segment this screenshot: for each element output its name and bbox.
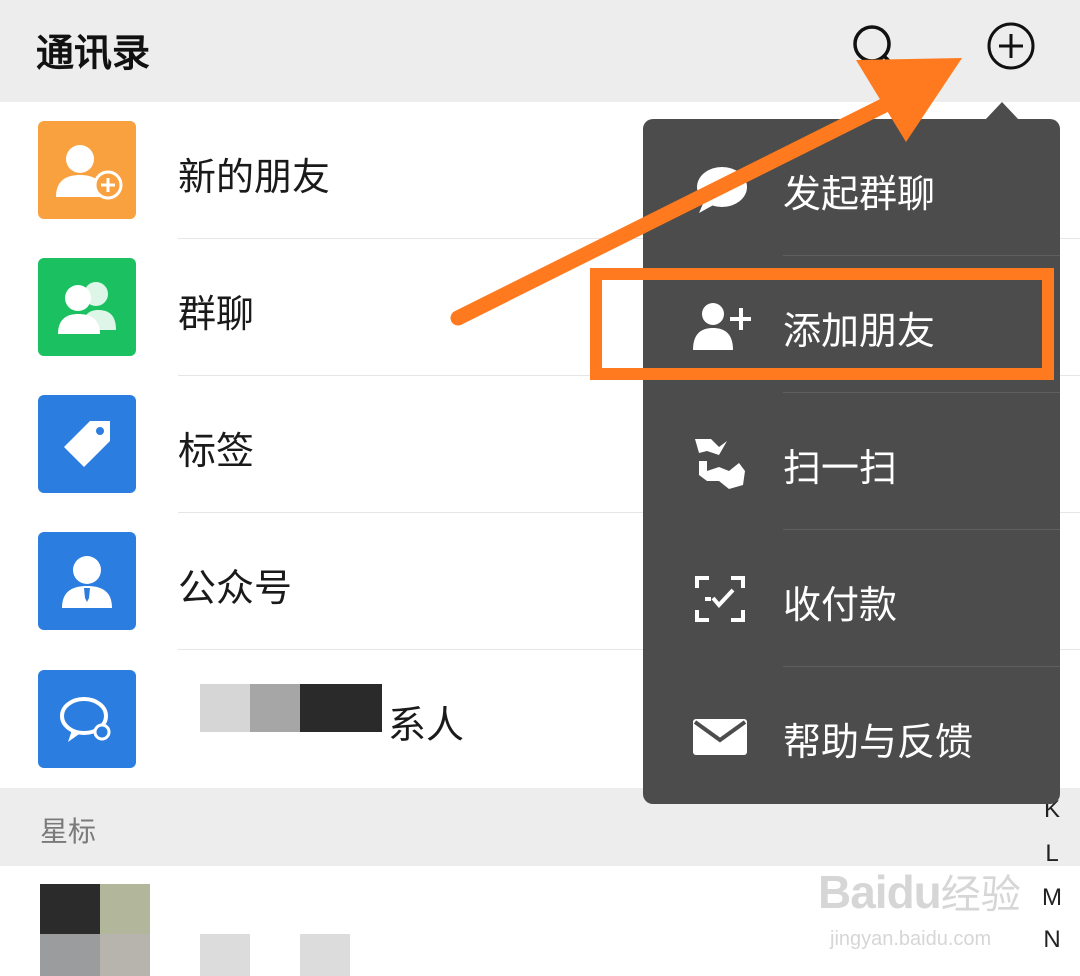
section-label: 星标 — [40, 815, 97, 848]
entry-label: 标签 — [178, 429, 255, 473]
highlight-box — [590, 268, 1054, 380]
watermark: Baidu经验 jingyan.baidu.com — [818, 862, 1021, 950]
blurred-block — [200, 684, 250, 732]
menu-item-label: 收付款 — [783, 583, 898, 627]
watermark-cn: 经验 — [940, 872, 1021, 918]
plus-circle-icon[interactable] — [985, 20, 1037, 72]
group-chat-icon — [38, 258, 136, 356]
entry-label: 新的朋友 — [178, 155, 331, 199]
menu-item-label: 扫一扫 — [783, 446, 898, 490]
menu-item-group-chat[interactable]: 发起群聊 — [643, 119, 1060, 256]
blurred-block — [200, 934, 250, 976]
blurred-block — [300, 684, 382, 732]
entry-label: 群聊 — [178, 292, 255, 336]
avatar — [100, 884, 150, 934]
watermark-url: jingyan.baidu.com — [830, 928, 992, 950]
payment-icon — [695, 576, 745, 622]
menu-item-help-feedback[interactable]: 帮助与反馈 — [643, 667, 1060, 804]
page-title: 通讯录 — [36, 31, 151, 75]
menu-item-scan[interactable]: 扫一扫 — [643, 393, 1060, 530]
watermark-logo: Baidu — [818, 866, 942, 918]
add-friend-icon — [38, 121, 136, 219]
blurred-block — [300, 934, 350, 976]
index-letter[interactable]: L — [1040, 840, 1064, 868]
top-bar: 通讯录 — [0, 0, 1080, 102]
chat-contact-icon — [38, 670, 136, 768]
chat-bubble-icon — [697, 167, 747, 213]
avatar — [100, 934, 150, 976]
search-icon[interactable] — [846, 20, 898, 72]
menu-caret — [985, 102, 1019, 120]
menu-item-label: 发起群聊 — [783, 172, 936, 216]
blurred-block — [250, 684, 300, 732]
avatar — [40, 884, 100, 934]
official-account-icon — [38, 532, 136, 630]
contacts-screen: 通讯录 新的朋友 群聊 标签 公众号 系人 星标 K L M N Baidu经验… — [0, 0, 1080, 976]
entry-label: 公众号 — [178, 566, 293, 610]
mail-icon — [693, 719, 747, 755]
index-letter[interactable]: M — [1040, 884, 1064, 912]
menu-item-label: 帮助与反馈 — [783, 720, 974, 764]
index-letter[interactable]: N — [1040, 926, 1064, 954]
scan-icon — [695, 439, 745, 489]
entry-label: 系人 — [388, 703, 465, 747]
avatar — [40, 934, 100, 976]
menu-item-payment[interactable]: 收付款 — [643, 530, 1060, 667]
tag-icon — [38, 395, 136, 493]
popup-menu: 发起群聊 添加朋友 扫一扫 收付款 帮助与反馈 — [643, 119, 1060, 804]
